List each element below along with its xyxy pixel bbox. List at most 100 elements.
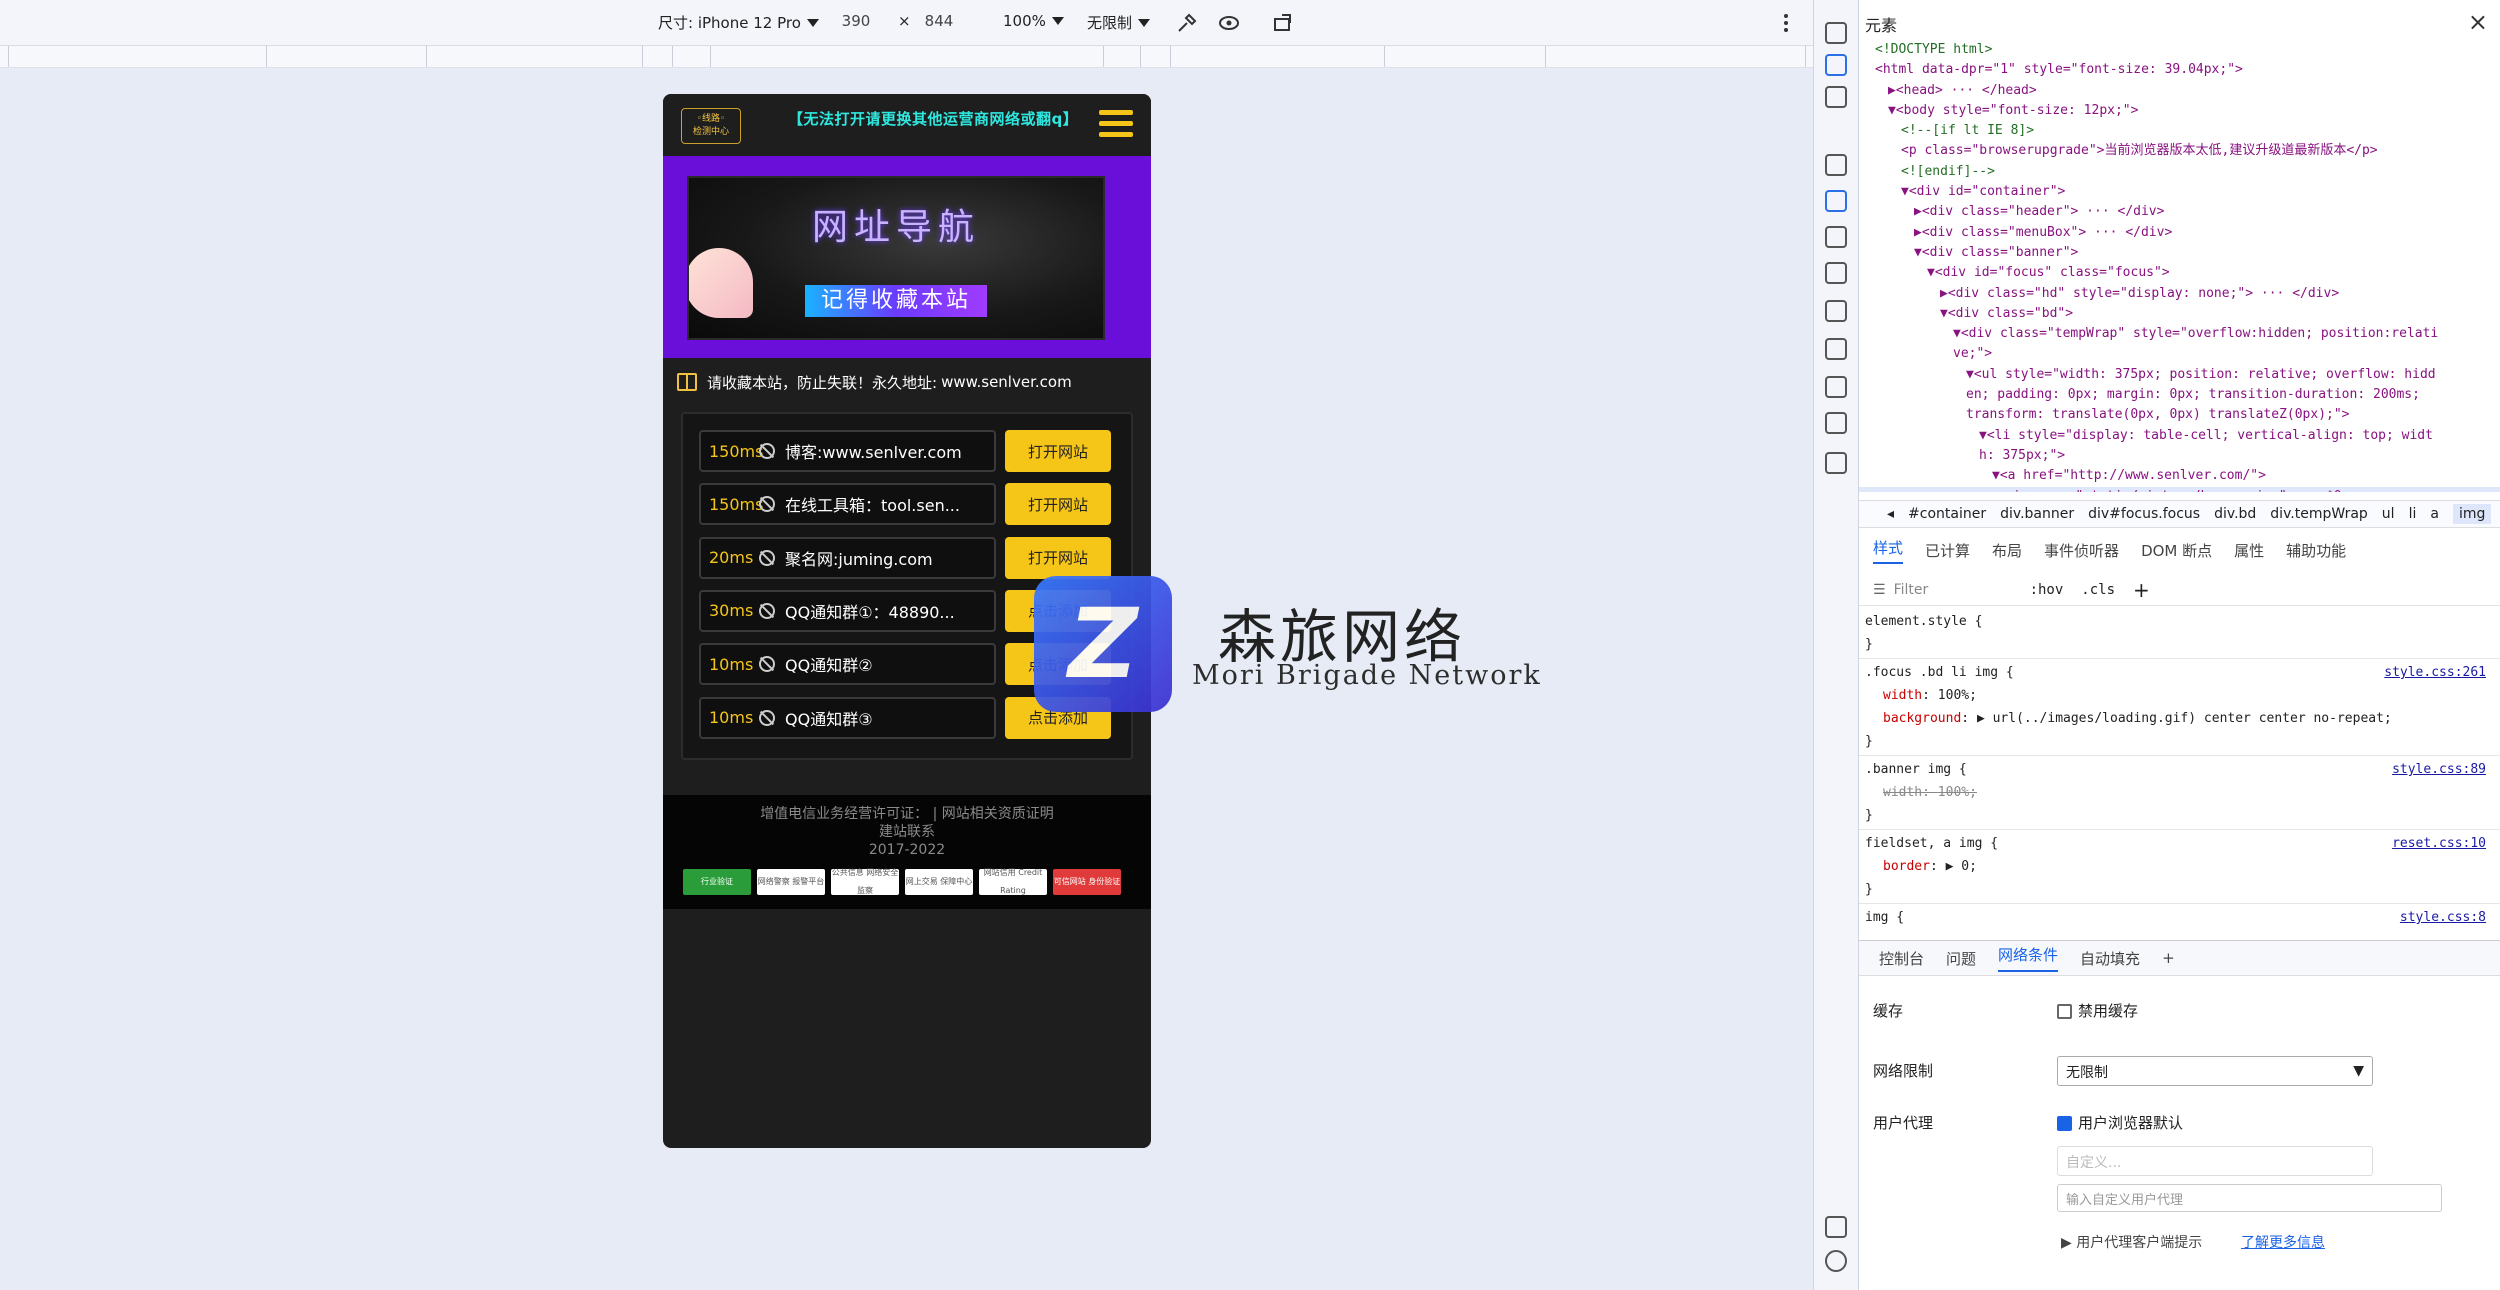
dom-node[interactable]: <!DOCTYPE html> bbox=[1859, 40, 2500, 60]
drawer-tab[interactable]: 问题 bbox=[1946, 948, 1976, 969]
more-tools-icon[interactable] bbox=[1825, 1216, 1847, 1238]
breadcrumb-item[interactable]: div.bd bbox=[2214, 506, 2256, 522]
dom-node[interactable]: ▼<li style="display: table-cell; vertica… bbox=[1859, 426, 2500, 446]
disable-cache-checkbox[interactable]: 禁用缓存 bbox=[2057, 1000, 2138, 1021]
certification-badge[interactable]: 可信网站 身份验证 bbox=[1053, 869, 1121, 895]
dom-node[interactable]: ▼<body style="font-size: 12px;"> bbox=[1859, 101, 2500, 121]
breadcrumb-item[interactable]: #container bbox=[1908, 506, 1986, 522]
open-site-button[interactable]: 打开网站 bbox=[1005, 430, 1111, 472]
more-options-icon[interactable] bbox=[1783, 12, 1789, 34]
css-rule[interactable]: img {style.css:8width: 100%;} bbox=[1859, 904, 2500, 930]
ua-custom-input[interactable]: 输入自定义用户代理 bbox=[2057, 1184, 2442, 1212]
device-select[interactable]: 尺寸: iPhone 12 Pro bbox=[658, 12, 819, 33]
dom-node[interactable]: <!--[if lt IE 8]> bbox=[1859, 121, 2500, 141]
site-link[interactable]: 10ms QQ通知群③ bbox=[699, 696, 996, 739]
dom-node[interactable]: <img src="static/picture/banner.jpg"> ==… bbox=[1859, 486, 2500, 492]
dom-node[interactable]: ▼<div class="banner"> bbox=[1859, 243, 2500, 263]
dom-node[interactable]: ▼<div id="focus" class="focus"> bbox=[1859, 263, 2500, 283]
dom-node[interactable]: ve;"> bbox=[1859, 344, 2500, 364]
hov-toggle[interactable]: :hov bbox=[2030, 582, 2064, 598]
add-tool-icon[interactable] bbox=[1825, 452, 1847, 474]
throttle-dropdown[interactable]: 无限制 ▼ bbox=[2057, 1056, 2373, 1086]
css-property[interactable]: background: ▶ url(../images/loading.gif)… bbox=[1865, 707, 2488, 730]
checkbox-icon[interactable] bbox=[2057, 1004, 2072, 1019]
drawer-tab[interactable]: 网络条件 bbox=[1998, 944, 2059, 972]
width-input[interactable]: 390 bbox=[825, 12, 887, 30]
breadcrumb-item[interactable]: img bbox=[2452, 504, 2492, 524]
site-logo[interactable]: ◦线路◦ 检测中心 bbox=[681, 108, 741, 144]
drawer-tab[interactable]: + bbox=[2162, 949, 2175, 967]
settings-icon[interactable] bbox=[1825, 376, 1847, 398]
dom-node[interactable]: <![endif]--> bbox=[1859, 162, 2500, 182]
dom-node[interactable]: <p class="browserupgrade">当前浏览器版本太低,建议升级… bbox=[1859, 141, 2500, 161]
dom-node[interactable]: ▼<a href="http://www.senlver.com/"> bbox=[1859, 466, 2500, 486]
elements-icon[interactable] bbox=[1825, 190, 1847, 212]
breadcrumb-item[interactable]: ◂ bbox=[1887, 506, 1894, 522]
site-link[interactable]: 150ms 在线工具箱：tool.sen... bbox=[699, 483, 996, 526]
eye-icon[interactable] bbox=[1217, 11, 1241, 35]
breadcrumb-item[interactable]: div#focus.focus bbox=[2088, 506, 2200, 522]
dom-node[interactable]: transform: translate(0px, 0px) translate… bbox=[1859, 405, 2500, 425]
dom-node[interactable]: <html data-dpr="1" style="font-size: 39.… bbox=[1859, 60, 2500, 80]
css-property[interactable]: width: 100%; bbox=[1865, 929, 2488, 930]
performance-icon[interactable] bbox=[1825, 338, 1847, 360]
home-icon[interactable] bbox=[1825, 154, 1847, 176]
breadcrumb-item[interactable]: a bbox=[2430, 506, 2439, 522]
site-link[interactable]: 150ms 博客:www.senlver.com bbox=[699, 430, 996, 472]
source-link[interactable]: reset.css:10 bbox=[2392, 832, 2486, 855]
dom-node[interactable]: ▶<div class="menuBox"> ··· </div> bbox=[1859, 223, 2500, 243]
breadcrumb-item[interactable]: li bbox=[2409, 506, 2417, 522]
source-link[interactable]: style.css:261 bbox=[2384, 661, 2486, 684]
ua-hints-toggle[interactable]: ▶ 用户代理客户端提示 bbox=[2061, 1232, 2202, 1252]
cls-toggle[interactable]: .cls bbox=[2081, 582, 2115, 598]
eyedropper-icon[interactable] bbox=[1175, 11, 1199, 35]
device-toggle-icon[interactable] bbox=[1825, 54, 1847, 76]
tab-4[interactable]: DOM 断点 bbox=[2141, 540, 2212, 561]
css-rule[interactable]: element.style {} bbox=[1859, 608, 2500, 659]
dom-node[interactable]: ▶<head> ··· </head> bbox=[1859, 81, 2500, 101]
breadcrumb-item[interactable]: ul bbox=[2382, 506, 2395, 522]
source-link[interactable]: style.css:89 bbox=[2392, 758, 2486, 781]
certification-badge[interactable]: 网上交易 保障中心 bbox=[905, 869, 973, 895]
drawer-tab[interactable]: 控制台 bbox=[1879, 948, 1924, 969]
banner[interactable]: 网址导航 记得收藏本站 bbox=[663, 156, 1151, 358]
debugger-icon[interactable] bbox=[1825, 262, 1847, 284]
dom-node[interactable]: ▶<div class="header"> ··· </div> bbox=[1859, 202, 2500, 222]
dom-node[interactable]: ▼<div class="tempWrap" style="overflow:h… bbox=[1859, 324, 2500, 344]
ua-custom-dropdown[interactable]: 自定义... bbox=[2057, 1146, 2373, 1176]
application-icon[interactable] bbox=[1825, 412, 1847, 434]
breadcrumb-item[interactable]: div.banner bbox=[2000, 506, 2074, 522]
open-site-button[interactable]: 打开网站 bbox=[1005, 483, 1111, 526]
zoom-select[interactable]: 100% bbox=[1003, 12, 1064, 30]
tab-2[interactable]: 布局 bbox=[1992, 540, 2022, 561]
site-link[interactable]: 20ms 聚名网:juming.com bbox=[699, 536, 996, 579]
dock-icon[interactable] bbox=[1825, 86, 1847, 108]
network-icon[interactable] bbox=[1825, 300, 1847, 322]
tab-0[interactable]: 样式 bbox=[1873, 537, 1904, 564]
tab-6[interactable]: 辅助功能 bbox=[2286, 540, 2346, 561]
filter-input[interactable]: Filter bbox=[1894, 582, 2022, 598]
certification-badge[interactable]: 行业验证 bbox=[683, 869, 751, 895]
certification-badge[interactable]: 网站信用 Credit Rating bbox=[979, 868, 1047, 895]
banner-image[interactable]: 网址导航 记得收藏本站 bbox=[687, 176, 1105, 340]
footer-license[interactable]: 增值电信业务经营许可证： | 网站相关资质证明 bbox=[663, 805, 1151, 823]
breadcrumb-item[interactable]: div.tempWrap bbox=[2270, 506, 2368, 522]
new-rule-button[interactable]: + bbox=[2133, 578, 2150, 602]
dom-node[interactable]: ▼<ul style="width: 375px; position: rela… bbox=[1859, 365, 2500, 385]
ua-default-checkbox[interactable]: 用户浏览器默认 bbox=[2057, 1112, 2183, 1133]
dom-node[interactable]: ▼<div id="container"> bbox=[1859, 182, 2500, 202]
source-link[interactable]: style.css:8 bbox=[2400, 906, 2486, 929]
rotate-icon[interactable] bbox=[1272, 11, 1296, 35]
close-icon[interactable]: × bbox=[2468, 8, 2488, 36]
dom-node[interactable]: h: 375px;"> bbox=[1859, 446, 2500, 466]
height-input[interactable]: 844 bbox=[908, 12, 970, 30]
css-property[interactable]: width: 100%; bbox=[1865, 684, 2488, 707]
css-property[interactable]: width: 100%; bbox=[1865, 781, 2488, 804]
dom-node[interactable]: ▼<div class="bd"> bbox=[1859, 304, 2500, 324]
throttle-select[interactable]: 无限制 bbox=[1087, 12, 1151, 33]
footer-contact[interactable]: 建站联系 bbox=[663, 823, 1151, 841]
inspect-icon[interactable] bbox=[1825, 22, 1847, 44]
certification-badge[interactable]: 公共信息 网络安全监察 bbox=[831, 868, 899, 895]
site-link[interactable]: 30ms QQ通知群①：48890... bbox=[699, 589, 996, 632]
css-rule[interactable]: .banner img {style.css:89 width: 100%;} bbox=[1859, 756, 2500, 830]
